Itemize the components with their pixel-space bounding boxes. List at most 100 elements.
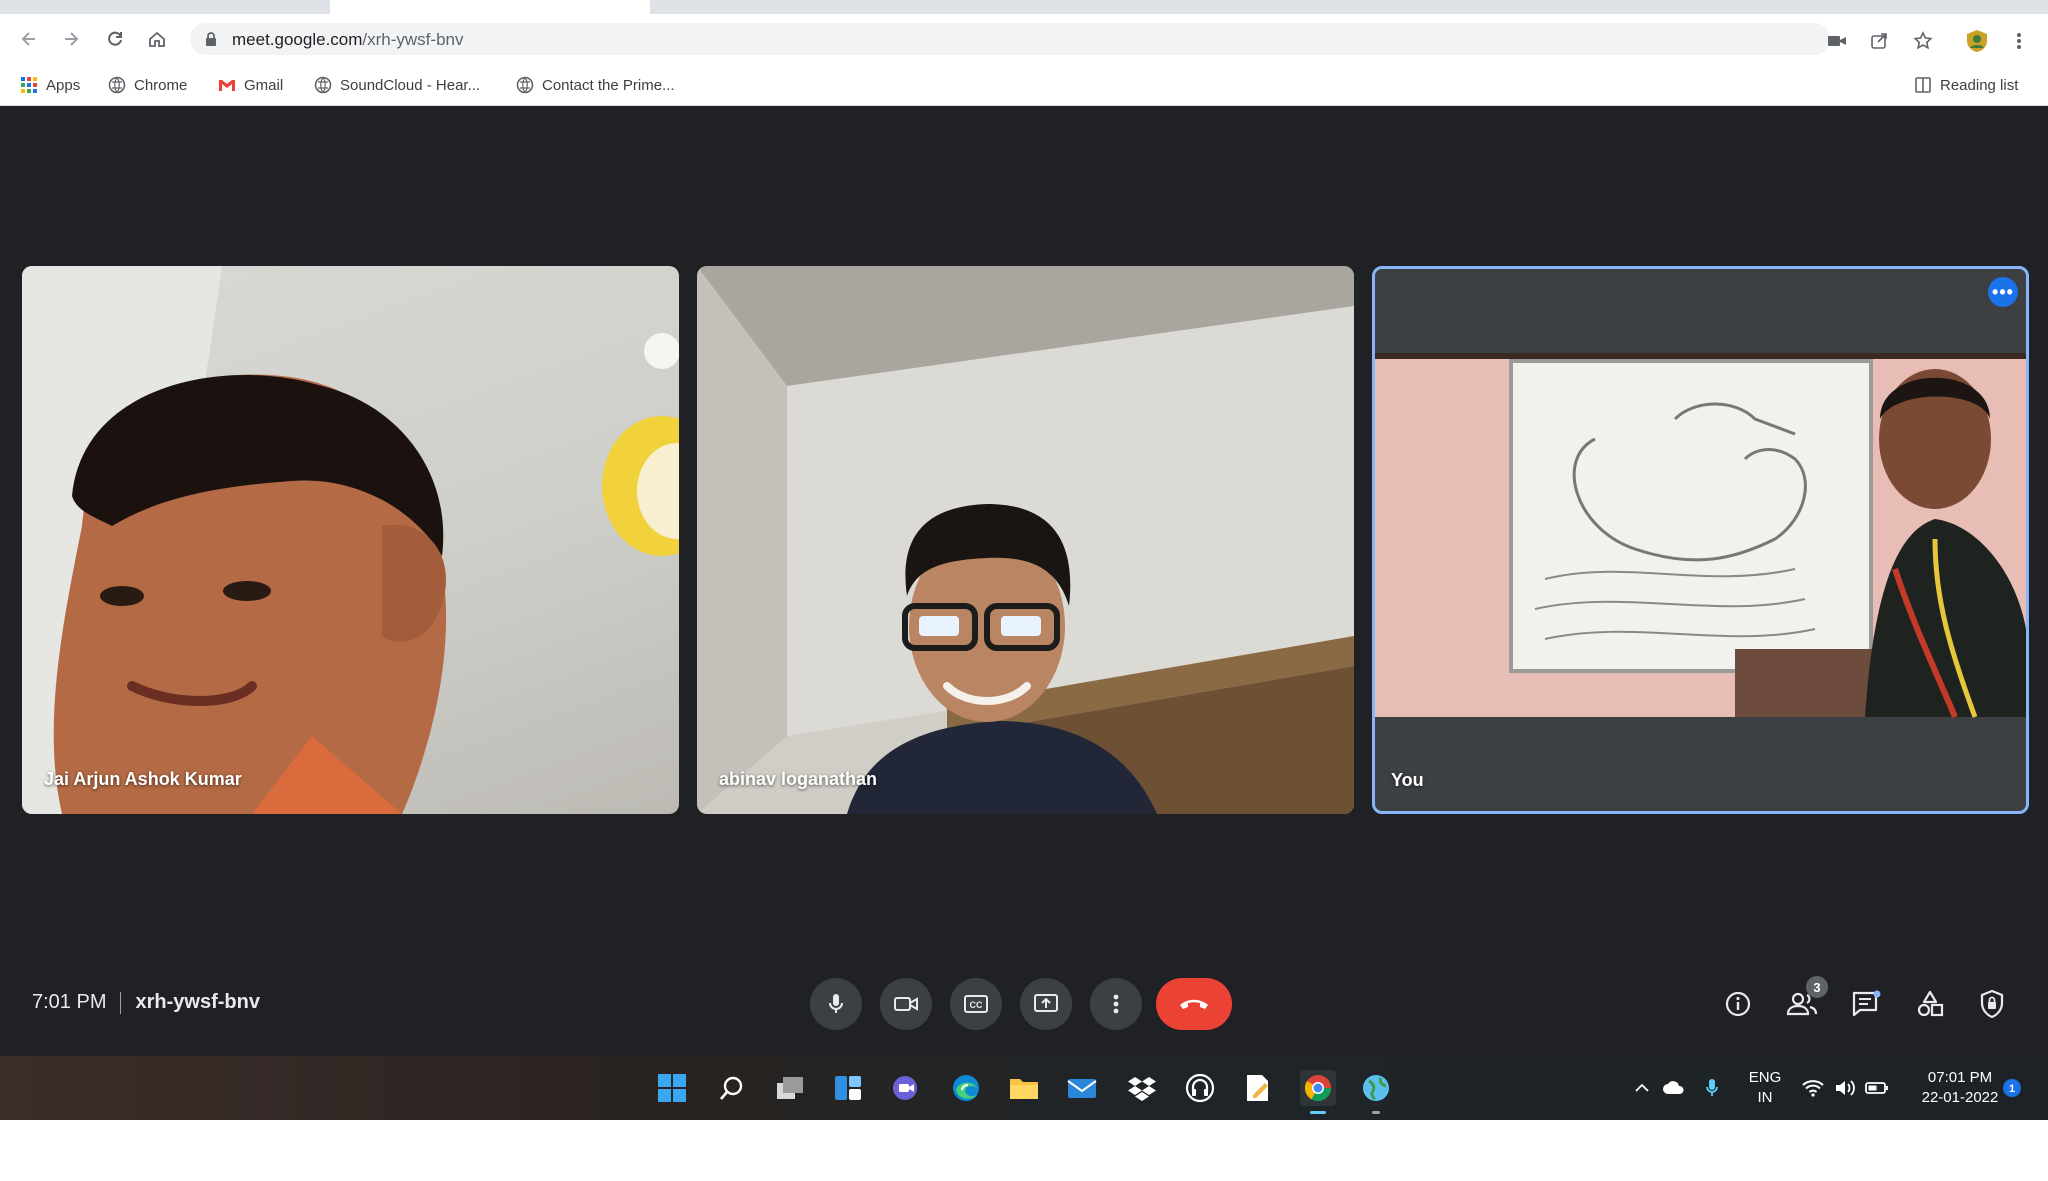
participant-tile[interactable]: abinav loganathan <box>697 266 1354 814</box>
divider <box>120 991 122 1014</box>
notifications-button[interactable]: 1 <box>2000 1070 2024 1106</box>
globe-icon <box>314 76 332 94</box>
battery-button[interactable] <box>1864 1070 1890 1106</box>
more-options-button[interactable]: ••• <box>1988 277 2018 307</box>
microphone-icon <box>1706 1079 1718 1096</box>
notes-app-button[interactable] <box>1240 1070 1276 1106</box>
widgets-icon <box>835 1076 861 1100</box>
cloud-icon <box>1663 1081 1684 1094</box>
bookmark-gmail[interactable]: Gmail <box>218 72 283 98</box>
more-dots-icon: ••• <box>1992 281 2014 302</box>
reading-list-icon <box>1914 76 1932 94</box>
bookmark-apps[interactable]: Apps <box>20 72 80 98</box>
headset-app-icon <box>1185 1073 1215 1103</box>
host-controls-button[interactable] <box>1970 982 2014 1026</box>
participant-tile[interactable]: Jai Arjun Ashok Kumar <box>22 266 679 814</box>
globe-icon <box>516 76 534 94</box>
meet-call-surface: Jai Arjun Ashok Kumar abinav loganathan <box>0 106 2048 1056</box>
closed-captions-icon: CC <box>964 995 988 1013</box>
phone-hangup-icon <box>1180 999 1208 1009</box>
chat-button[interactable] <box>1844 982 1888 1026</box>
reading-list-button[interactable]: Reading list <box>1914 72 2018 98</box>
url-host: meet.google.com <box>232 30 363 49</box>
mail-icon <box>1067 1079 1097 1098</box>
globe-app-button[interactable] <box>1358 1070 1394 1114</box>
star-icon <box>1913 31 1933 50</box>
edge-browser-icon <box>953 1075 979 1101</box>
windows-taskbar: ENG IN 07:01 PM 22-01-2022 1 <box>0 1056 2048 1120</box>
widgets-button[interactable] <box>830 1070 866 1106</box>
kebab-menu-icon <box>2017 33 2021 49</box>
share-icon <box>1871 33 1887 49</box>
battery-icon <box>1865 1082 1888 1094</box>
start-button[interactable] <box>654 1070 690 1106</box>
bookmark-chrome[interactable]: Chrome <box>108 72 187 98</box>
bookmark-star-button[interactable] <box>1910 28 1936 54</box>
svg-text:CC: CC <box>970 1000 983 1010</box>
more-options-menu-button[interactable] <box>1090 978 1142 1030</box>
language-code: ENG <box>1748 1069 1782 1086</box>
teams-chat-button[interactable] <box>888 1070 924 1106</box>
app-button[interactable] <box>1182 1070 1218 1106</box>
reading-list-label: Reading list <box>1940 76 2019 94</box>
wifi-icon <box>1802 1080 1824 1097</box>
bookmarks-bar: Apps Chrome Gmail SoundCloud - Hear... C… <box>0 64 2048 106</box>
reload-icon <box>108 31 122 46</box>
bookmark-label: Gmail <box>244 76 284 94</box>
svg-text:1: 1 <box>2009 1083 2015 1095</box>
region-code: IN <box>1757 1089 1773 1106</box>
present-screen-button[interactable] <box>1020 978 1072 1030</box>
participant-name: abinav loganathan <box>719 769 878 789</box>
meeting-time: 7:01 PM <box>32 991 107 1013</box>
running-indicator <box>1372 1111 1380 1114</box>
bookmark-label: Contact the Prime... <box>542 76 675 94</box>
chrome-taskbar-button[interactable] <box>1300 1070 1336 1114</box>
address-bar[interactable]: meet.google.com/xrh-ywsf-bnv <box>190 23 1830 55</box>
leave-call-button[interactable] <box>1156 978 1232 1030</box>
camera-button[interactable] <box>880 978 932 1030</box>
taskbar-search-button[interactable] <box>714 1070 750 1106</box>
browser-menu-button[interactable] <box>2006 28 2032 54</box>
active-indicator <box>1310 1111 1326 1114</box>
volume-button[interactable] <box>1832 1070 1858 1106</box>
task-view-button[interactable] <box>772 1070 808 1106</box>
gmail-icon <box>218 76 236 94</box>
back-button[interactable] <box>14 24 44 54</box>
forward-button[interactable] <box>56 24 86 54</box>
mail-button[interactable] <box>1064 1070 1100 1106</box>
bookmark-contact-prime[interactable]: Contact the Prime... <box>516 72 675 98</box>
show-everyone-button[interactable]: 3 <box>1780 976 1828 1026</box>
wifi-button[interactable] <box>1800 1070 1826 1106</box>
bookmark-label: Apps <box>46 76 81 94</box>
meeting-details-button[interactable] <box>1716 982 1760 1026</box>
profile-button[interactable] <box>1964 28 1990 54</box>
chevron-up-icon <box>1635 1083 1649 1092</box>
show-hidden-icons-button[interactable] <box>1630 1070 1654 1106</box>
browser-toolbar: meet.google.com/xrh-ywsf-bnv <box>0 14 2048 64</box>
dropbox-button[interactable] <box>1124 1070 1160 1106</box>
onedrive-button[interactable] <box>1660 1070 1688 1106</box>
info-icon <box>1725 991 1751 1017</box>
microphone-in-use-button[interactable] <box>1700 1070 1724 1106</box>
participant-name: You <box>1391 770 1424 790</box>
document-pen-icon <box>1247 1075 1268 1101</box>
home-button[interactable] <box>142 24 172 54</box>
reload-button[interactable] <box>100 24 130 54</box>
captions-button[interactable]: CC <box>950 978 1002 1030</box>
language-indicator[interactable]: ENG IN <box>1740 1068 1790 1108</box>
video-camera-icon <box>1828 36 1846 46</box>
windows-logo-icon <box>658 1074 686 1102</box>
self-view-tile[interactable]: ••• You <box>1372 266 2029 814</box>
kebab-menu-icon <box>1113 994 1119 1014</box>
chrome-icon <box>1304 1075 1332 1102</box>
bookmark-soundcloud[interactable]: SoundCloud - Hear... <box>314 72 480 98</box>
file-explorer-button[interactable] <box>1006 1070 1042 1106</box>
microphone-button[interactable] <box>810 978 862 1030</box>
activities-button[interactable] <box>1908 982 1952 1026</box>
active-tab[interactable] <box>330 0 650 14</box>
share-button[interactable] <box>1866 28 1892 54</box>
url-text: meet.google.com/xrh-ywsf-bnv <box>232 30 463 50</box>
edge-button[interactable] <box>948 1070 984 1106</box>
camera-indicator[interactable] <box>1824 28 1850 54</box>
url-path: /xrh-ywsf-bnv <box>362 30 464 49</box>
